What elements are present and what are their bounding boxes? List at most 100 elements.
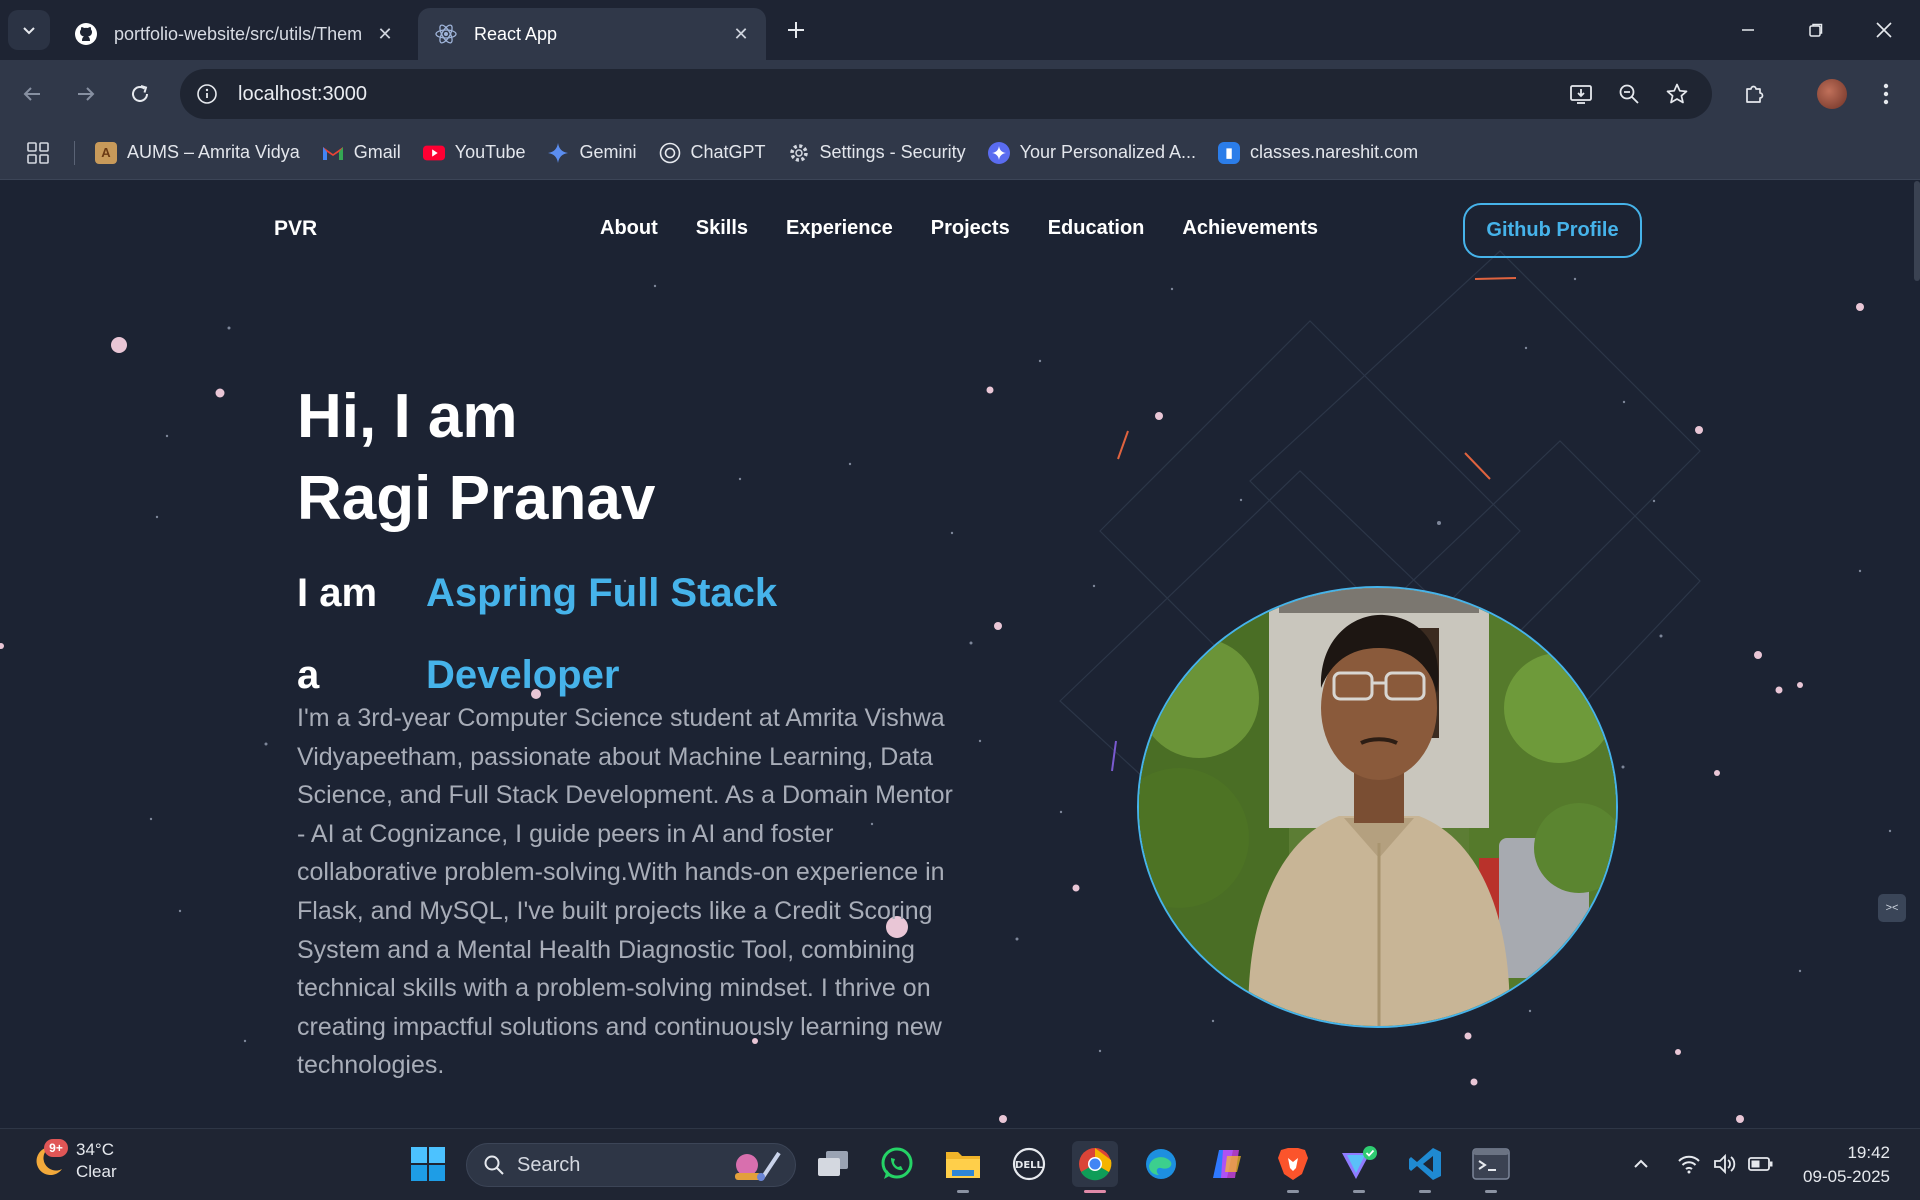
bookmark-personalized[interactable]: Your Personalized A...	[987, 141, 1197, 164]
bookmark-gmail[interactable]: Gmail	[322, 142, 401, 164]
tab-title: React App	[474, 23, 558, 44]
bookmark-youtube[interactable]: YouTube	[422, 142, 526, 164]
dell-app[interactable]: DELL	[1006, 1141, 1052, 1187]
bookmark-star-icon[interactable]	[1662, 79, 1692, 109]
weather-widget[interactable]: 9+ 34°C Clear	[28, 1139, 117, 1183]
nav-about[interactable]: About	[600, 217, 658, 240]
wifi-icon	[1678, 1155, 1700, 1174]
bookmark-chatgpt[interactable]: ChatGPT	[659, 142, 766, 164]
close-icon	[1876, 22, 1892, 38]
nav-projects[interactable]: Projects	[931, 217, 1010, 240]
weather-condition: Clear	[76, 1162, 117, 1181]
system-clock[interactable]: 19:42 09-05-2025	[1790, 1141, 1890, 1189]
running-indicator	[1084, 1190, 1106, 1193]
nav-links: About Skills Experience Projects Educati…	[600, 217, 1356, 240]
site-info-icon[interactable]	[192, 79, 222, 109]
side-widget-icon[interactable]: ><	[1878, 894, 1906, 922]
hero-description: I'm a 3rd-year Computer Science student …	[297, 704, 953, 1080]
search-highlight-icon	[735, 1151, 781, 1181]
bookmark-settings-security[interactable]: Settings - Security	[788, 142, 966, 164]
folder-icon	[946, 1152, 980, 1178]
chrome-app[interactable]	[1072, 1141, 1118, 1193]
whatsapp-app[interactable]	[874, 1141, 920, 1187]
new-tab-button[interactable]	[780, 14, 812, 46]
chevron-down-icon	[23, 27, 35, 35]
volume-status[interactable]	[1710, 1147, 1740, 1181]
zoom-icon[interactable]	[1614, 79, 1644, 109]
svg-text:DELL: DELL	[1015, 1160, 1044, 1171]
vpn-icon	[1342, 1146, 1377, 1179]
nareshit-icon: ▮	[1218, 141, 1241, 164]
wifi-status[interactable]	[1674, 1147, 1704, 1181]
forward-button[interactable]	[66, 74, 106, 114]
tab-github[interactable]: portfolio-website/src/utils/Them ✕	[58, 8, 410, 60]
gmail-icon	[322, 142, 344, 164]
browser-toolbar: localhost:3000	[0, 60, 1920, 126]
bookmark-nareshit[interactable]: ▮ classes.nareshit.com	[1218, 141, 1419, 164]
running-indicator	[957, 1190, 969, 1193]
vscode-app[interactable]	[1402, 1141, 1448, 1193]
bookmark-label: AUMS – Amrita Vidya	[127, 142, 300, 162]
nav-skills[interactable]: Skills	[696, 217, 748, 240]
terminal-app[interactable]	[1468, 1141, 1514, 1193]
tab-react-app[interactable]: React App ✕	[418, 8, 766, 60]
nav-education[interactable]: Education	[1048, 217, 1145, 240]
close-window-button[interactable]	[1850, 0, 1918, 60]
github-icon	[72, 20, 100, 48]
running-indicator	[1419, 1190, 1431, 1193]
file-explorer-app[interactable]	[940, 1141, 986, 1193]
copilot-icon	[1213, 1150, 1241, 1178]
bookmark-label: ChatGPT	[690, 142, 766, 162]
personalized-icon	[987, 141, 1010, 164]
battery-status[interactable]	[1746, 1147, 1776, 1181]
bookmark-label: Your Personalized A...	[1019, 142, 1197, 162]
copilot-app[interactable]	[1204, 1141, 1250, 1187]
reload-button[interactable]	[120, 74, 160, 114]
search-icon	[484, 1155, 504, 1175]
bookmark-aums[interactable]: A AUMS – Amrita Vidya	[95, 141, 300, 164]
aums-icon: A	[95, 141, 117, 164]
tab-search-button[interactable]	[8, 10, 50, 50]
chrome-icon	[1079, 1148, 1112, 1181]
bookmark-gemini[interactable]: Gemini	[547, 142, 637, 164]
minimize-button[interactable]	[1714, 0, 1782, 60]
vpn-app[interactable]	[1336, 1141, 1382, 1193]
reload-icon	[132, 85, 148, 102]
start-button[interactable]	[405, 1141, 451, 1187]
gear-icon	[788, 142, 810, 164]
hero-heading: Hi, I am Ragi Pranav	[297, 376, 655, 540]
nav-achievements[interactable]: Achievements	[1182, 217, 1318, 240]
task-view-button[interactable]	[810, 1141, 856, 1187]
bookmark-label: classes.nareshit.com	[1250, 142, 1419, 162]
chatgpt-icon	[659, 142, 681, 164]
close-icon[interactable]: ✕	[374, 23, 396, 45]
site-logo[interactable]: PVR	[274, 217, 317, 241]
nav-experience[interactable]: Experience	[786, 217, 893, 240]
apps-grid-icon[interactable]	[24, 139, 52, 167]
page-scrollbar[interactable]	[1914, 181, 1920, 281]
extensions-button[interactable]	[1734, 74, 1774, 114]
arrow-right-icon	[78, 87, 95, 101]
address-bar[interactable]: localhost:3000	[180, 69, 1712, 119]
avatar	[1817, 79, 1847, 109]
menu-button[interactable]	[1866, 74, 1906, 114]
bookmark-label: YouTube	[454, 142, 526, 162]
profile-button[interactable]	[1812, 74, 1852, 114]
close-icon[interactable]: ✕	[730, 23, 752, 45]
install-app-icon[interactable]	[1566, 79, 1596, 109]
back-button[interactable]	[12, 74, 52, 114]
edge-icon	[1146, 1149, 1176, 1179]
windows-taskbar: 9+ 34°C Clear Search DELL 19:42 09-05-20…	[0, 1128, 1920, 1200]
brave-app[interactable]	[1270, 1141, 1316, 1193]
show-hidden-icons-button[interactable]	[1626, 1147, 1656, 1181]
taskbar-search[interactable]: Search	[466, 1143, 796, 1187]
github-profile-button[interactable]: Github Profile	[1463, 203, 1642, 258]
vscode-icon	[1409, 1148, 1441, 1180]
restore-button[interactable]	[1782, 0, 1850, 60]
running-indicator	[1353, 1190, 1365, 1193]
dell-icon: DELL	[1012, 1147, 1046, 1181]
url-text[interactable]: localhost:3000	[238, 83, 367, 106]
restore-icon	[1809, 23, 1823, 37]
edge-app[interactable]	[1138, 1141, 1184, 1187]
more-vertical-icon	[1883, 83, 1889, 105]
